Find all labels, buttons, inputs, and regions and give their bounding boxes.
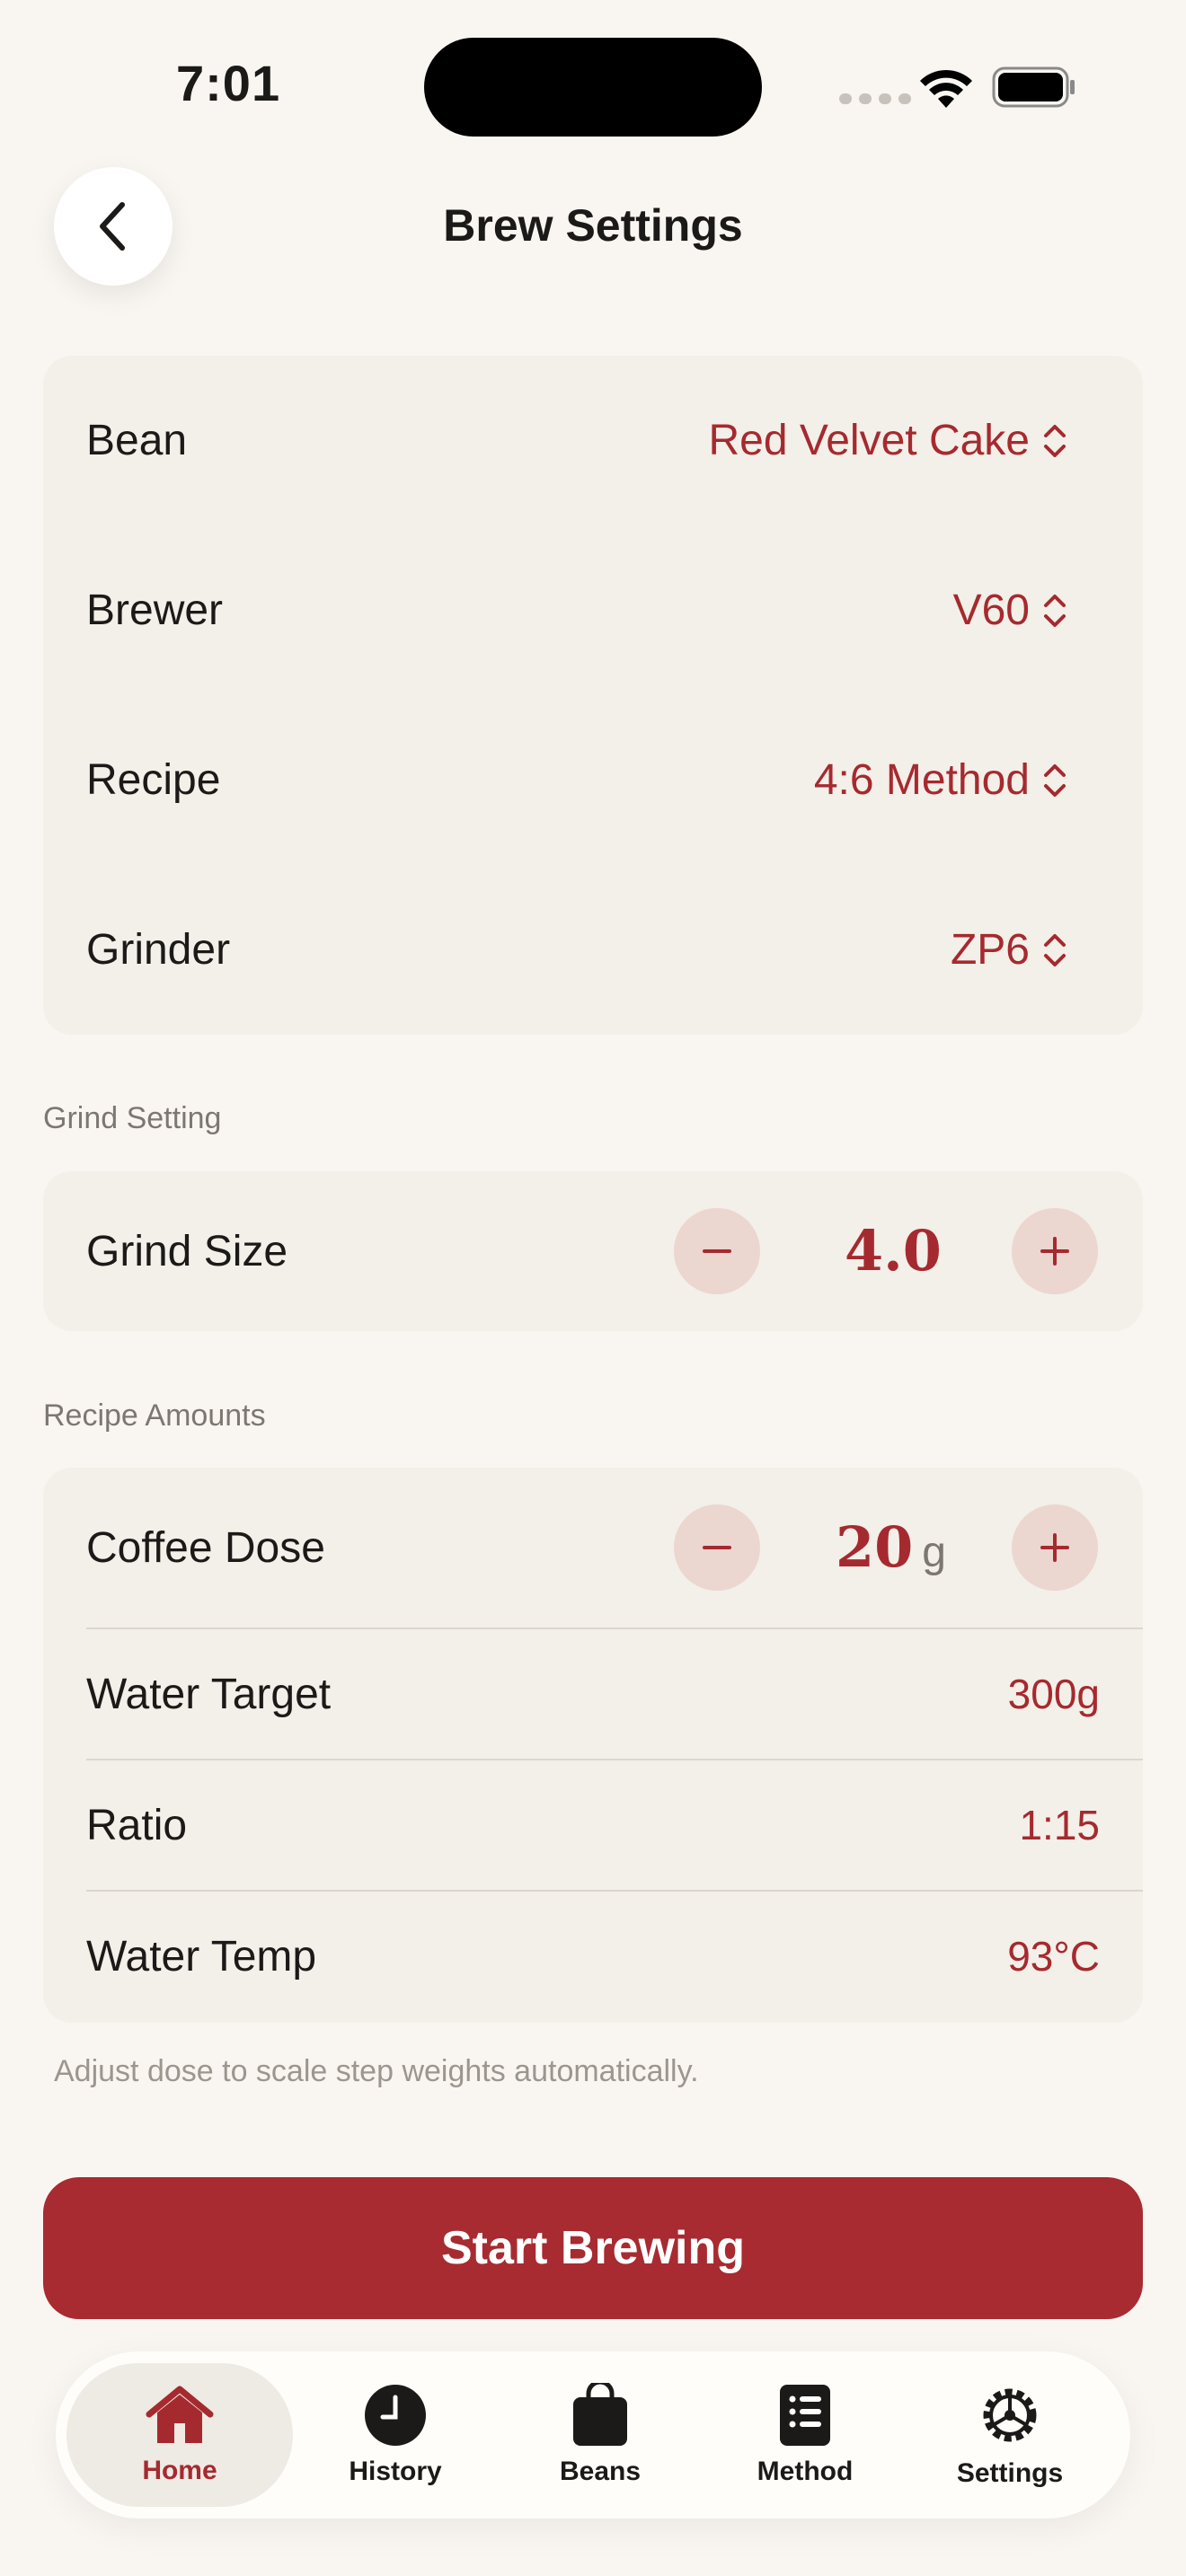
brewer-picker[interactable]: V60: [953, 586, 1067, 635]
plus-icon: [1040, 1237, 1069, 1266]
dose-increment-button[interactable]: [1012, 1504, 1098, 1591]
coffee-dose-label: Coffee Dose: [86, 1523, 325, 1572]
tab-history-label: History: [349, 2457, 442, 2486]
grind-size-value: 4.0: [845, 1218, 942, 1284]
bean-picker[interactable]: Red Velvet Cake: [708, 416, 1067, 465]
water-temp-value: 93°C: [1007, 1933, 1100, 1980]
water-target-row: Water Target 300g: [86, 1628, 1143, 1759]
bean-label: Bean: [86, 417, 188, 464]
coffee-dose-stepper: Coffee Dose 20 g: [43, 1468, 1143, 1628]
gear-icon: [983, 2388, 1037, 2442]
amounts-section-title: Recipe Amounts: [43, 1398, 266, 1433]
grinder-value: ZP6: [950, 926, 1030, 974]
bean-value: Red Velvet Cake: [708, 417, 1030, 464]
grinder-picker[interactable]: ZP6: [951, 925, 1067, 975]
brew-picker-card: Bean Red Velvet Cake Brewer V60 Recipe 4…: [43, 356, 1143, 1035]
tab-method-label: Method: [757, 2457, 854, 2486]
bag-icon: [573, 2383, 627, 2446]
recipe-picker[interactable]: 4:6 Method: [814, 755, 1067, 805]
recipe-value: 4:6 Method: [813, 756, 1030, 804]
status-time: 7:01: [176, 55, 281, 111]
grind-decrement-button[interactable]: [674, 1208, 760, 1294]
tab-settings[interactable]: Settings: [907, 2363, 1112, 2507]
amounts-card: Coffee Dose 20 g Water Target 300g Ratio …: [43, 1468, 1143, 2023]
grind-size-stepper: Grind Size 4.0: [43, 1171, 1143, 1331]
tab-home-label: Home: [142, 2456, 217, 2485]
status-bar: 7:01: [0, 0, 1186, 171]
ratio-label: Ratio: [86, 1801, 188, 1849]
brewer-label: Brewer: [86, 587, 224, 634]
water-target-value: 300g: [1007, 1671, 1100, 1717]
dynamic-island: [424, 38, 762, 137]
tab-bar: Home History Beans Method Settings: [56, 2351, 1130, 2519]
tab-beans[interactable]: Beans: [498, 2363, 703, 2507]
dose-number: 20: [836, 1514, 914, 1580]
water-temp-label: Water Temp: [86, 1932, 317, 1981]
ratio-row: Ratio 1:15: [86, 1759, 1143, 1890]
minus-icon: [703, 1546, 731, 1549]
ratio-value: 1:15: [1019, 1802, 1100, 1848]
coffee-dose-value: 20 g: [836, 1514, 946, 1580]
chevron-up-down-icon: [1044, 933, 1066, 966]
water-target-label: Water Target: [86, 1670, 332, 1718]
tab-beans-label: Beans: [559, 2457, 642, 2486]
tab-method[interactable]: Method: [703, 2363, 907, 2507]
water-temp-row: Water Temp 93°C: [86, 1890, 1143, 2021]
dose-hint-text: Adjust dose to scale step weights automa…: [54, 2054, 699, 2088]
brewer-value: V60: [952, 587, 1030, 634]
bean-picker-row[interactable]: Bean Red Velvet Cake: [43, 356, 1143, 525]
grind-size-label: Grind Size: [86, 1227, 288, 1275]
chevron-up-down-icon: [1044, 594, 1066, 627]
wifi-icon: [920, 69, 972, 108]
start-brewing-button[interactable]: Start Brewing: [43, 2177, 1143, 2319]
recipe-label: Recipe: [86, 756, 221, 804]
clock-icon: [365, 2385, 426, 2446]
page-title: Brew Settings: [443, 200, 743, 251]
grinder-label: Grinder: [86, 926, 231, 974]
chevron-up-down-icon: [1044, 424, 1066, 457]
cellular-signal-icon: [839, 93, 911, 104]
tab-history[interactable]: History: [293, 2363, 498, 2507]
grinder-picker-row[interactable]: Grinder ZP6: [43, 865, 1143, 1035]
dose-decrement-button[interactable]: [674, 1504, 760, 1591]
tab-settings-label: Settings: [956, 2458, 1064, 2488]
recipe-picker-row[interactable]: Recipe 4:6 Method: [43, 695, 1143, 865]
brewer-picker-row[interactable]: Brewer V60: [43, 525, 1143, 695]
home-icon: [146, 2386, 214, 2443]
grind-section-title: Grind Setting: [43, 1101, 222, 1135]
tab-home[interactable]: Home: [66, 2363, 293, 2507]
dose-unit: g: [922, 1529, 946, 1576]
plus-icon: [1040, 1533, 1069, 1562]
chevron-up-down-icon: [1044, 763, 1066, 797]
grind-card: Grind Size 4.0: [43, 1171, 1143, 1331]
list-icon: [780, 2385, 830, 2446]
minus-icon: [703, 1249, 731, 1253]
grind-increment-button[interactable]: [1012, 1208, 1098, 1294]
battery-icon: [992, 66, 1075, 108]
